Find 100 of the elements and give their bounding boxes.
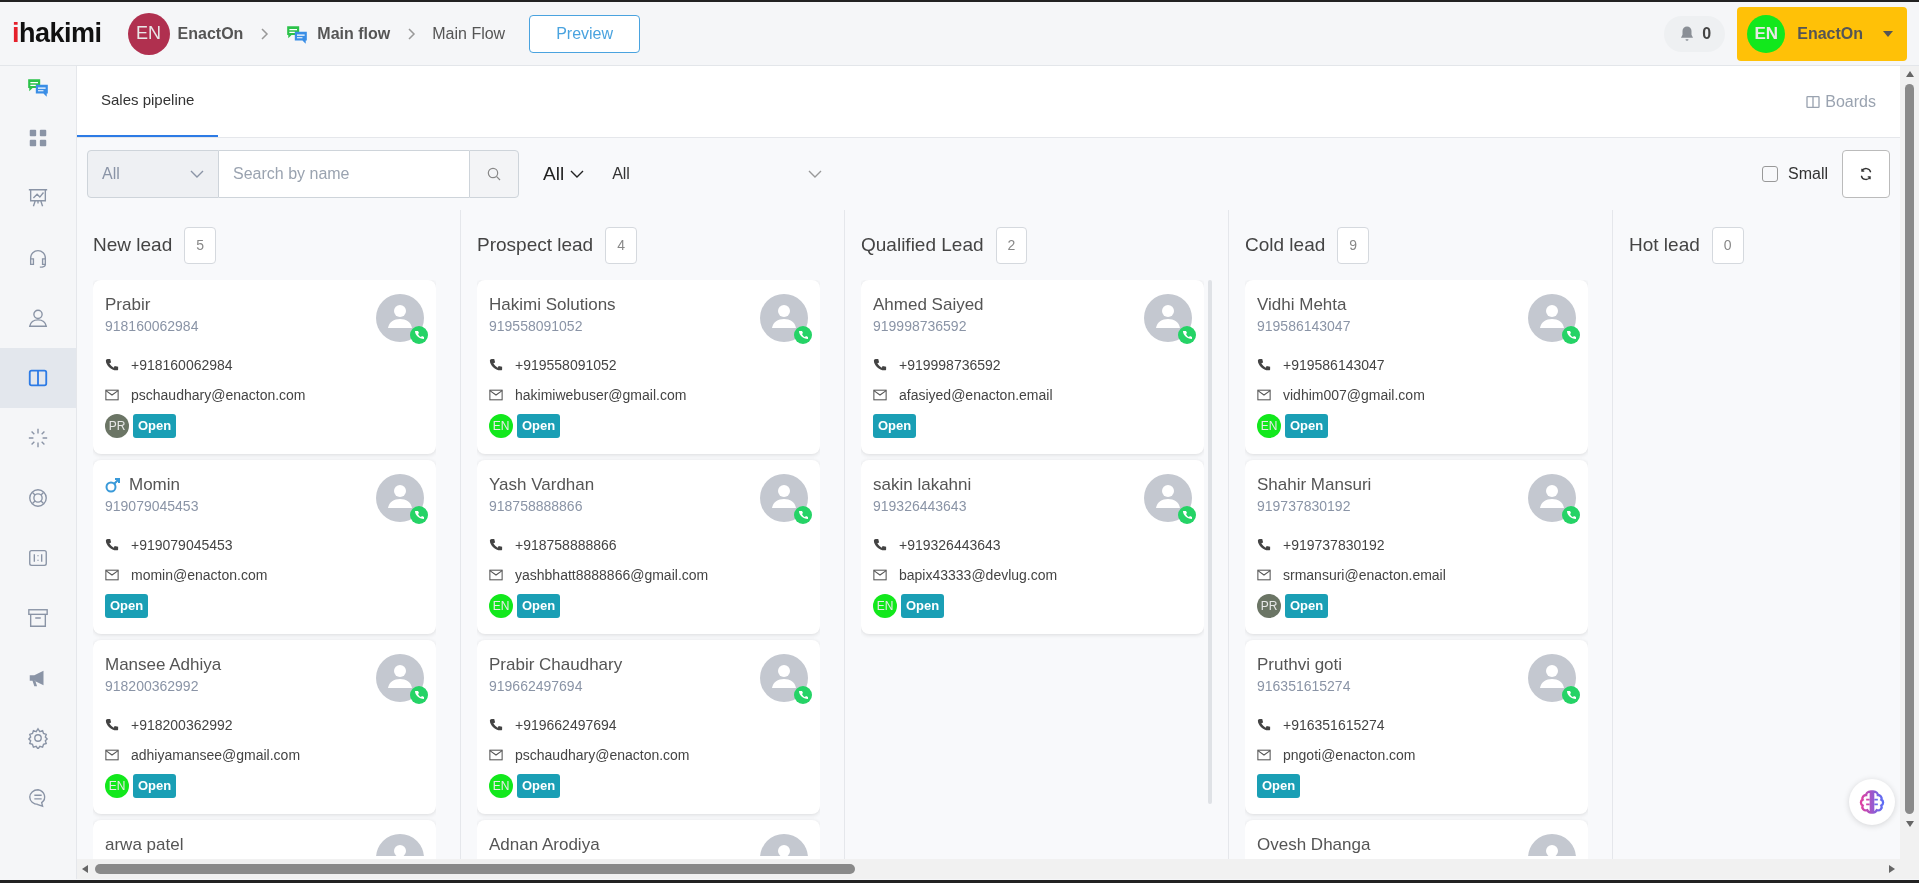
lead-number: 919326443643 [873, 497, 968, 516]
status-badge: Open [901, 594, 945, 618]
owner-dropdown[interactable]: All [537, 158, 591, 190]
email-address: afasiyed@enacton.email [899, 385, 1053, 405]
vertical-scrollbar[interactable] [1900, 66, 1919, 879]
lead-card[interactable]: Momin 919079045453 +919079045453 momin@enacton.com Open [93, 460, 436, 634]
sidebar-item[interactable] [0, 348, 76, 408]
search-field[interactable]: Search by name [219, 150, 469, 198]
avatar-placeholder-icon [376, 474, 424, 522]
small-checkbox[interactable] [1762, 166, 1778, 182]
chevron-down-icon [570, 169, 585, 179]
columns-icon [1805, 93, 1822, 110]
lead-card[interactable]: arwa patel [93, 820, 436, 859]
email-address: vidhim007@gmail.com [1283, 385, 1425, 405]
grid-icon [27, 127, 49, 149]
scroll-right-arrow-icon[interactable] [1888, 864, 1896, 874]
scroll-left-arrow-icon[interactable] [81, 864, 89, 874]
refresh-icon [1859, 167, 1873, 181]
checkbox-label: Small [1788, 164, 1828, 184]
user-menu-button[interactable]: EN EnactOn [1737, 6, 1907, 61]
lead-name: Prabir [105, 294, 151, 316]
phone-icon [1257, 358, 1271, 372]
lead-card[interactable]: Ovesh Dhanga [1245, 820, 1588, 859]
phone-number: +919586143047 [1283, 355, 1385, 375]
phone-number: +918200362992 [131, 715, 233, 735]
lead-card[interactable]: Mansee Adhiya 918200362992 +918200362992 adhiyamansee@gmail.com EN Open [93, 640, 436, 814]
phone-icon [1257, 718, 1271, 732]
assignee-avatar: EN [489, 414, 513, 438]
assignee-avatar: EN [489, 594, 513, 618]
lifebuoy-icon [27, 487, 49, 509]
lead-name: Adnan Arodiya [489, 834, 600, 856]
lead-number: 919586143047 [1257, 317, 1351, 336]
lead-number: 918200362992 [105, 677, 200, 696]
scroll-up-arrow-icon[interactable] [1904, 70, 1915, 78]
lead-card[interactable]: Pruthvi goti 916351615274 +916351615274 pngoti@enacton.com Open [1245, 640, 1588, 814]
lead-card[interactable]: Shahir Mansuri 919737830192 +919737830192 srmansuri@enacton.email PR Open [1245, 460, 1588, 634]
avatar-placeholder-icon [376, 654, 424, 702]
avatar-placeholder-icon [760, 474, 808, 522]
lead-card[interactable]: Yash Vardhan 918758888866 +918758888866 yashbhatt8888866@gmail.com EN Open [477, 460, 820, 634]
breadcrumb-item[interactable]: Main Flow [432, 21, 506, 46]
panel-icon [27, 547, 49, 569]
lead-card[interactable]: Ahmed Saiyed 919998736592 +919998736592 afasiyed@enacton.email Open [861, 280, 1204, 454]
whatsapp-icon [1178, 326, 1196, 344]
whatsapp-icon [794, 506, 812, 524]
scroll-down-arrow-icon[interactable] [1904, 820, 1915, 828]
lead-card[interactable]: Prabir 918160062984 +918160062984 pschaudhary@enacton.com PR Open [93, 280, 436, 454]
assignee-avatar: EN [1257, 414, 1281, 438]
whatsapp-icon [794, 326, 812, 344]
status-badge: Open [133, 774, 177, 798]
search-button[interactable] [469, 150, 519, 198]
lead-name: Pruthvi goti [1257, 654, 1343, 676]
horizontal-scrollbar[interactable] [77, 859, 1900, 879]
email-address: yashbhatt8888866@gmail.com [515, 565, 709, 585]
status-badge: Open [133, 414, 177, 438]
lead-name: Ovesh Dhanga [1257, 834, 1371, 856]
whatsapp-icon [1562, 506, 1580, 524]
lead-card[interactable]: Vidhi Mehta 919586143047 +919586143047 vidhim007@gmail.com EN Open [1245, 280, 1588, 454]
breadcrumb-item[interactable]: Main flow [317, 21, 391, 46]
column-title: Qualified Lead [861, 232, 984, 257]
avatar-placeholder-icon [1144, 294, 1192, 342]
phone-icon [489, 718, 503, 732]
whatsapp-icon [410, 506, 428, 524]
lead-number: 918758888866 [489, 497, 584, 516]
lead-number: 916351615274 [1257, 677, 1351, 696]
email-address: adhiyamansee@gmail.com [131, 745, 301, 765]
phone-number: +916351615274 [1283, 715, 1385, 735]
phone-icon [489, 538, 503, 552]
lead-card[interactable]: Prabir Chaudhary 919662497694 +919662497694 pschaudhary@enacton.com EN Open [477, 640, 820, 814]
avatar-placeholder-icon [376, 294, 424, 342]
lead-number: 919079045453 [105, 497, 199, 516]
email-icon [873, 568, 887, 582]
user-avatar: EN [1747, 14, 1786, 53]
lead-name: Prabir Chaudhary [489, 654, 623, 676]
search-icon [486, 166, 502, 182]
caret-icon [1883, 30, 1893, 37]
assignee-avatar: EN [489, 774, 513, 798]
whatsapp-icon [410, 686, 428, 704]
lead-number: 919737830192 [1257, 497, 1352, 516]
column-title: New lead [93, 232, 173, 257]
email-icon [489, 388, 503, 402]
assignee-avatar: EN [105, 774, 129, 798]
status-select[interactable]: All [612, 162, 823, 186]
avatar-placeholder-icon [1528, 294, 1576, 342]
org-name: EnactOn [177, 23, 244, 44]
phone-icon [873, 358, 887, 372]
email-address: hakimiwebuser@gmail.com [515, 385, 687, 405]
notifications-button[interactable]: 0 [1664, 15, 1726, 52]
lead-name: sakin lakahni [873, 474, 972, 496]
count-badge: 4 [605, 226, 637, 264]
email-icon [1257, 388, 1271, 402]
email-icon [105, 568, 119, 582]
columns-icon [27, 367, 49, 389]
refresh-button[interactable] [1842, 150, 1890, 198]
column-title: Prospect lead [477, 232, 594, 257]
phone-number: +919079045453 [131, 535, 233, 555]
lead-card[interactable]: Hakimi Solutions 919558091052 +919558091052 hakimiwebuser@gmail.com EN Open [477, 280, 820, 454]
phone-number: +919998736592 [899, 355, 1001, 375]
lead-card[interactable]: Adnan Arodiya [477, 820, 820, 859]
whatsapp-icon [1178, 506, 1196, 524]
lead-card[interactable]: sakin lakahni 919326443643 +919326443643 bapix43333@devlug.com EN Open [861, 460, 1204, 634]
